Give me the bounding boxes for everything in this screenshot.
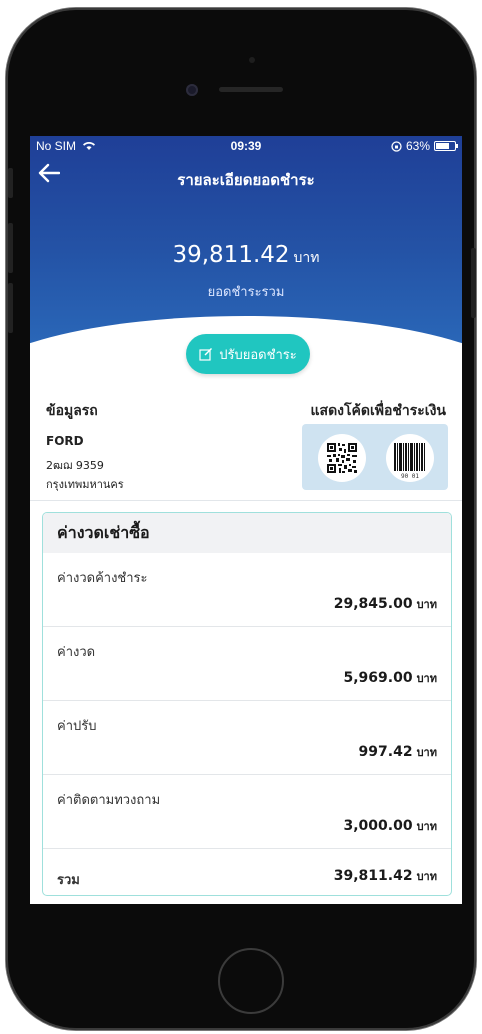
battery-percent: 63% <box>405 139 430 153</box>
barcode-icon[interactable]: 90 01 <box>386 434 434 482</box>
earpiece-speaker <box>219 87 283 92</box>
installment-card-title: ค่างวดเช่าซื้อ <box>43 513 451 553</box>
section-divider <box>30 500 462 501</box>
total-amount: 39,811.42 บาท <box>30 242 462 269</box>
volume-up-button <box>8 223 13 273</box>
total-amount-unit: บาท <box>293 250 320 266</box>
total-amount-value: 39,811.42 <box>172 242 290 268</box>
row-label: ค่างวด <box>57 645 96 660</box>
home-button[interactable] <box>218 948 284 1014</box>
barcode-digits: 90 01 <box>401 473 419 480</box>
mute-switch <box>8 168 13 198</box>
adjust-payment-label: ปรับยอดชำระ <box>219 347 297 363</box>
payment-code-box[interactable]: 90 01 <box>302 424 448 490</box>
car-plate: 2ฒฌ 9359 <box>46 459 104 472</box>
power-button <box>471 248 476 318</box>
installment-row-current: ค่างวด 5,969.00 บาท <box>43 627 451 701</box>
page-title: รายละเอียดยอดชำระ <box>177 171 315 189</box>
row-value: 997.42 บาท <box>358 744 437 760</box>
orientation-lock-icon <box>391 140 402 152</box>
total-amount-label: ยอดชำระรวม <box>207 285 285 300</box>
row-label: ค่างวดค้างชำระ <box>57 571 148 586</box>
status-right: 63% <box>391 139 458 153</box>
car-brand: FORD <box>46 434 84 448</box>
row-value: 29,845.00 บาท <box>333 596 437 612</box>
row-label: ค่าติดตามทวงถาม <box>57 793 161 808</box>
installment-row-collection-fee: ค่าติดตามทวงถาม 3,000.00 บาท <box>43 775 451 849</box>
edit-icon <box>199 348 213 361</box>
total-label: รวม <box>57 873 80 888</box>
total-value: 39,811.42 บาท <box>333 868 437 884</box>
qr-code-icon[interactable] <box>318 434 366 482</box>
app-screen: No SIM 09:39 63% รายละเอียดยอดชำระ 39,81… <box>30 136 462 904</box>
installment-row-overdue: ค่างวดค้างชำระ 29,845.00 บาท <box>43 553 451 627</box>
installment-row-total: รวม 39,811.42 บาท <box>43 849 451 895</box>
adjust-payment-button[interactable]: ปรับยอดชำระ <box>186 334 310 374</box>
volume-down-button <box>8 283 13 333</box>
row-label: ค่าปรับ <box>57 719 97 734</box>
front-camera <box>186 84 198 96</box>
status-bar: No SIM 09:39 63% <box>30 136 462 156</box>
car-info-heading: ข้อมูลรถ <box>46 403 98 419</box>
installment-card: ค่างวดเช่าซื้อ ค่างวดค้างชำระ 29,845.00 บ… <box>42 512 452 896</box>
car-info: ข้อมูลรถ FORD 2ฒฌ 9359 กรุงเทพมหานคร <box>46 400 246 493</box>
row-value: 3,000.00 บาท <box>343 818 437 834</box>
row-value: 5,969.00 บาท <box>343 670 437 686</box>
payment-code-heading: แสดงโค้ดเพื่อชำระเงิน <box>310 403 447 419</box>
installment-row-penalty: ค่าปรับ 997.42 บาท <box>43 701 451 775</box>
proximity-sensor <box>249 57 255 63</box>
car-province: กรุงเทพมหานคร <box>46 478 124 491</box>
battery-icon <box>434 141 458 151</box>
